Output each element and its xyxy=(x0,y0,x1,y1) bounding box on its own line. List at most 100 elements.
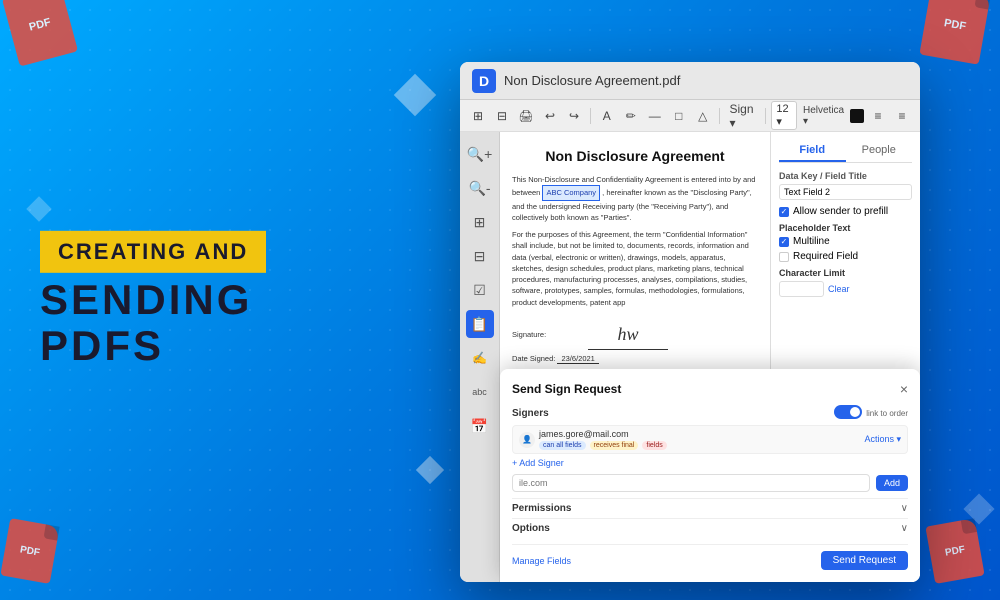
pdf-filename: Non Disclosure Agreement.pdf xyxy=(504,73,680,88)
signature-line: Signature: hw xyxy=(512,320,758,350)
multiline-row: ✓ Multiline xyxy=(779,236,912,247)
pdf-logo: D xyxy=(472,69,496,93)
sidebar-resize[interactable]: ⊟ xyxy=(466,242,494,270)
toolbar-align-btn[interactable]: ≡ xyxy=(868,107,888,125)
permissions-label: Permissions xyxy=(512,503,571,514)
decor-pdf-2: PDF xyxy=(919,0,990,65)
multiline-checkbox[interactable]: ✓ xyxy=(779,237,789,247)
decor-rhombus-1 xyxy=(394,74,436,116)
dialog-header: Send Sign Request × xyxy=(512,381,908,397)
toolbar-undo-btn[interactable]: ↩ xyxy=(540,107,560,125)
title-main: SENDING PDFS xyxy=(40,277,380,369)
sidebar-calendar[interactable]: 📅 xyxy=(466,412,494,440)
signer-row: 👤 james.gore@mail.com can all fields rec… xyxy=(512,425,908,454)
sig-text: hw xyxy=(617,324,638,345)
char-limit-row: Clear xyxy=(779,281,912,297)
decor-pdf-1: PDF xyxy=(2,0,78,67)
signature-area: Signature: hw Date Signed: 23/6/2021 xyxy=(512,320,758,364)
signer-email: james.gore@mail.com xyxy=(539,429,860,439)
toolbar-sep-1 xyxy=(590,108,591,124)
decor-pdf-4: PDF xyxy=(925,518,984,584)
date-line: Date Signed: 23/6/2021 xyxy=(512,354,758,364)
dialog-title: Send Sign Request xyxy=(512,382,621,396)
placeholder-label: Placeholder Text xyxy=(779,223,912,233)
toolbar-sep-3 xyxy=(765,108,766,124)
pill-3: fields xyxy=(642,441,666,450)
sidebar-grid[interactable]: ⊞ xyxy=(466,208,494,236)
sidebar-zoom-in[interactable]: 🔍+ xyxy=(466,140,494,168)
decor-rhombus-3 xyxy=(26,196,51,221)
toggle[interactable] xyxy=(834,405,862,421)
permissions-accordion[interactable]: Permissions ∨ xyxy=(512,498,908,518)
sidebar-document[interactable]: 📋 xyxy=(466,310,494,338)
signer-avatar: 👤 xyxy=(519,432,535,448)
allow-sender-row: ✓ Allow sender to prefill xyxy=(779,206,912,217)
doc-paragraph1: This Non-Disclosure and Confidentiality … xyxy=(512,174,758,223)
toolbar-list2-btn[interactable]: ≡ xyxy=(892,107,912,125)
char-limit-input[interactable] xyxy=(779,281,824,297)
signer-info: james.gore@mail.com can all fields recei… xyxy=(539,429,860,450)
sidebar-checkbox[interactable]: ☑ xyxy=(466,276,494,304)
allow-sender-checkbox[interactable]: ✓ xyxy=(779,207,789,217)
left-section: CREATING AND SENDING PDFS xyxy=(40,231,380,369)
panel-tabs: Field People xyxy=(779,140,912,163)
decor-rhombus-2 xyxy=(416,456,444,484)
toolbar-color-btn[interactable] xyxy=(850,109,864,123)
pdf-toolbar: ⊞ ⊟ 🖨 ↩ ↪ A ✏ — □ △ Sign ▾ 12 ▾ Helvetic… xyxy=(460,100,920,132)
title-line2: PDFS xyxy=(40,323,380,369)
allow-sender-label: Allow sender to prefill xyxy=(793,206,888,217)
dialog-close-btn[interactable]: × xyxy=(900,381,908,397)
required-checkbox[interactable] xyxy=(779,252,789,262)
signers-label: Signers xyxy=(512,408,549,419)
toolbar-list-btn[interactable]: ⊟ xyxy=(492,107,512,125)
signers-header: Signers link to order xyxy=(512,405,908,421)
highlight-company: ABC Company xyxy=(542,185,600,200)
toolbar-redo-btn[interactable]: ↪ xyxy=(564,107,584,125)
decor-rhombus-4 xyxy=(963,493,994,524)
clear-btn[interactable]: Clear xyxy=(828,284,850,294)
sidebar-zoom-out[interactable]: 🔍- xyxy=(466,174,494,202)
toolbar-highlight-btn[interactable]: △ xyxy=(693,107,713,125)
sig-image: hw xyxy=(588,320,668,350)
title-badge: CREATING AND xyxy=(40,231,266,273)
data-key-label: Data Key / Field Title xyxy=(779,171,912,181)
send-dialog: Send Sign Request × Signers link to orde… xyxy=(500,369,920,582)
email-input[interactable] xyxy=(512,474,870,492)
doc-title: Non Disclosure Agreement xyxy=(512,148,758,164)
signer-pills: can all fields receives final fields xyxy=(539,441,860,450)
decor-pdf-3: PDF xyxy=(0,518,59,584)
toolbar-draw-btn[interactable]: ✏ xyxy=(621,107,641,125)
title-line1: SENDING xyxy=(40,277,380,323)
toolbar-font-size[interactable]: 12 ▾ xyxy=(771,101,797,130)
pdf-window: D Non Disclosure Agreement.pdf ⊞ ⊟ 🖨 ↩ ↪… xyxy=(460,62,920,582)
tab-field[interactable]: Field xyxy=(779,140,846,162)
options-label: Options xyxy=(512,523,550,534)
add-signer-btn[interactable]: + Add Signer xyxy=(512,458,908,468)
char-limit-title: Character Limit xyxy=(779,268,912,278)
toolbar-font-btn[interactable]: Helvetica ▾ xyxy=(801,103,846,129)
pdf-sidebar: 🔍+ 🔍- ⊞ ⊟ ☑ 📋 ✍ abc 📅 xyxy=(460,132,500,582)
toolbar-text-btn[interactable]: A xyxy=(597,107,617,125)
sidebar-signature[interactable]: ✍ xyxy=(466,344,494,372)
email-add-btn[interactable]: Add xyxy=(876,475,908,491)
date-value: 23/6/2021 xyxy=(557,354,598,364)
tab-people[interactable]: People xyxy=(846,140,913,162)
toolbar-grid-btn[interactable]: ⊞ xyxy=(468,107,488,125)
dialog-footer: Manage Fields Send Request xyxy=(512,544,908,570)
doc-paragraph2: For the purposes of this Agreement, the … xyxy=(512,229,758,308)
signer-actions-btn[interactable]: Actions ▾ xyxy=(864,434,901,445)
data-key-input[interactable] xyxy=(779,184,912,200)
pill-2: receives final xyxy=(590,441,639,450)
toolbar-shape-btn[interactable]: □ xyxy=(669,107,689,125)
sig-label: Signature: xyxy=(512,330,582,339)
options-accordion[interactable]: Options ∨ xyxy=(512,518,908,538)
toolbar-sign-btn[interactable]: Sign ▾ xyxy=(726,100,759,132)
required-label: Required Field xyxy=(793,251,858,262)
toolbar-print-btn[interactable]: 🖨 xyxy=(516,107,536,125)
manage-fields-btn[interactable]: Manage Fields xyxy=(512,556,571,566)
toolbar-line-btn[interactable]: — xyxy=(645,107,665,125)
permissions-arrow: ∨ xyxy=(901,503,908,514)
pdf-titlebar: D Non Disclosure Agreement.pdf xyxy=(460,62,920,100)
send-request-btn[interactable]: Send Request xyxy=(821,551,908,570)
sidebar-text[interactable]: abc xyxy=(466,378,494,406)
